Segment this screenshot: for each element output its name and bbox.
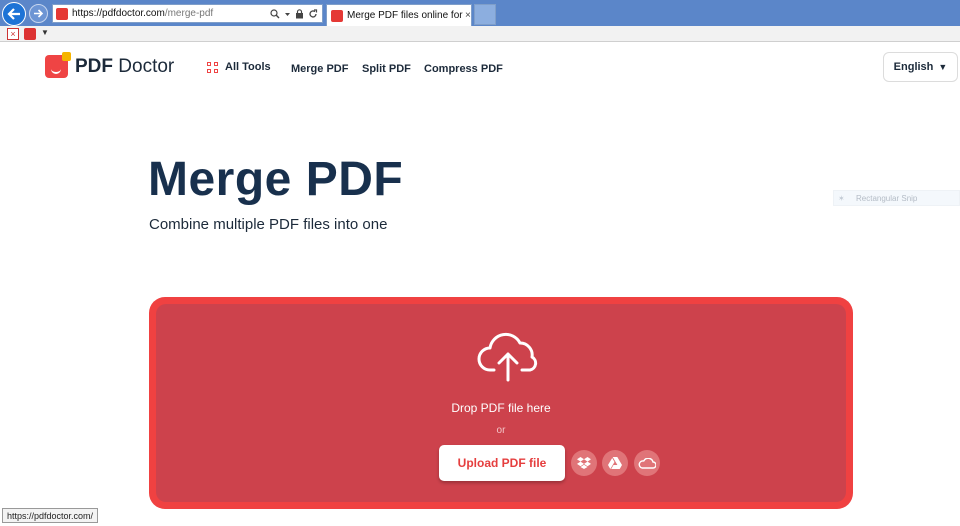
close-icon[interactable]: ×: [7, 28, 19, 40]
grid-icon: [207, 61, 218, 73]
site-favicon: [56, 7, 68, 20]
nav-split-pdf[interactable]: Split PDF: [362, 63, 411, 75]
dropbox-icon: [577, 457, 591, 469]
tab-close-button[interactable]: ×: [465, 10, 471, 21]
google-drive-button[interactable]: [602, 450, 628, 476]
search-icon[interactable]: [270, 8, 280, 19]
dropbox-button[interactable]: [571, 450, 597, 476]
browser-titlebar: https://pdfdoctor.com/merge-pdf Merge PD…: [0, 0, 960, 26]
onedrive-button[interactable]: [634, 450, 660, 476]
browser-window: https://pdfdoctor.com/merge-pdf Merge PD…: [0, 0, 960, 526]
address-icons: [270, 8, 322, 19]
snip-overlay: ✶ Rectangular Snip: [833, 190, 960, 206]
status-bar: https://pdfdoctor.com/: [2, 508, 99, 523]
cloud-upload-icon: [477, 332, 538, 382]
forward-button[interactable]: [29, 4, 48, 23]
back-button[interactable]: [2, 2, 26, 26]
tab-merge-pdf[interactable]: Merge PDF files online for f... ×: [326, 4, 472, 26]
snip-label: Rectangular Snip: [856, 193, 918, 203]
upload-pdf-button[interactable]: Upload PDF file: [439, 445, 565, 481]
arrow-right-icon: [34, 9, 44, 18]
site-logo[interactable]: PDF Doctor: [45, 52, 175, 78]
refresh-icon[interactable]: [308, 8, 318, 19]
url-path: /merge-pdf: [164, 8, 214, 19]
arrow-left-icon: [7, 8, 20, 20]
google-drive-icon: [608, 457, 622, 469]
logo-text: PDF Doctor: [75, 55, 175, 77]
command-bar: × ▼: [0, 26, 960, 42]
language-label: English: [893, 61, 934, 73]
nav-merge-pdf[interactable]: Merge PDF: [291, 63, 348, 75]
chevron-down-icon[interactable]: ▼: [41, 28, 49, 37]
dropzone-inner[interactable]: Drop PDF file here or Upload PDF file: [156, 304, 846, 502]
url-host: https://pdfdoctor.com: [72, 8, 165, 19]
address-bar[interactable]: https://pdfdoctor.com/merge-pdf: [52, 4, 323, 23]
file-dropzone[interactable]: Drop PDF file here or Upload PDF file: [149, 297, 853, 509]
nav-compress-pdf[interactable]: Compress PDF: [424, 63, 503, 75]
nav-all-tools[interactable]: All Tools: [207, 61, 271, 73]
caret-down-icon: ▼: [938, 62, 948, 72]
nav-all-tools-label: All Tools: [225, 61, 271, 73]
language-selector[interactable]: English ▼: [883, 52, 958, 82]
page-subtitle: Combine multiple PDF files into one: [149, 216, 388, 233]
new-tab-button[interactable]: [474, 4, 496, 25]
lock-icon[interactable]: [295, 8, 304, 19]
extension-icon[interactable]: [24, 28, 36, 40]
tab-title: Merge PDF files online for f...: [347, 10, 463, 21]
tab-favicon: [331, 9, 343, 22]
drop-instruction: Drop PDF file here: [451, 401, 551, 415]
onedrive-icon: [638, 457, 656, 469]
dropdown-icon[interactable]: [284, 9, 291, 19]
snip-icon: ✶: [838, 193, 845, 203]
logo-icon: [45, 52, 71, 78]
or-separator: or: [496, 425, 506, 436]
page-title: Merge PDF: [148, 153, 404, 206]
